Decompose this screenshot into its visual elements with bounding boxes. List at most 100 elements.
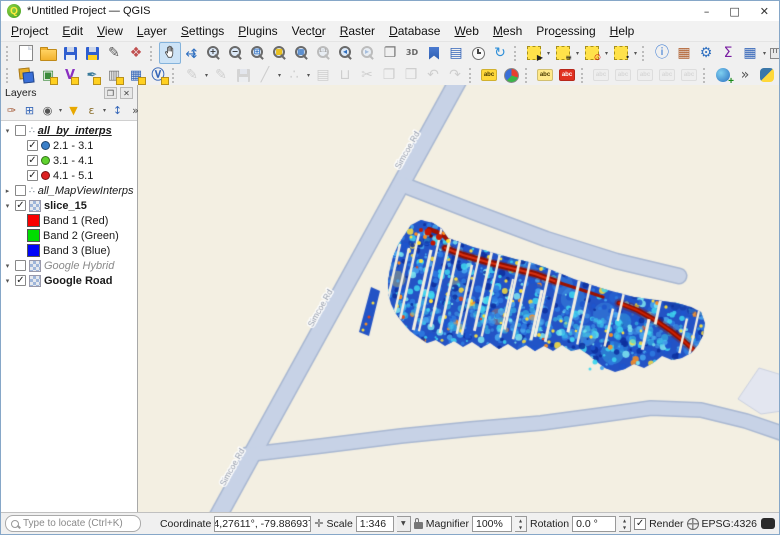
temporal-controller-button[interactable] — [467, 42, 489, 64]
toolbar-grip[interactable] — [469, 68, 475, 83]
expander-icon[interactable]: ▾ — [3, 262, 12, 270]
menu-project[interactable]: Project — [4, 22, 55, 40]
menu-settings[interactable]: Settings — [174, 22, 231, 40]
layer-diagram-options-button[interactable] — [500, 64, 522, 86]
toolbar-grip[interactable] — [6, 46, 12, 61]
layer-tree-row[interactable]: ▾✓Google Road — [1, 273, 137, 288]
zoom-to-native-resolution-button[interactable]: 1:1 — [313, 42, 335, 64]
new-virtual-layer-button[interactable]: Ⓥ — [147, 64, 169, 86]
layer-visibility-checkbox[interactable] — [15, 260, 26, 271]
zoom-last-button[interactable]: ◂ — [335, 42, 357, 64]
expand-collapse-all-button[interactable]: ↕ — [109, 102, 126, 119]
layer-tree-row[interactable]: ▾ Google Hybrid — [1, 258, 137, 273]
close-button[interactable]: ✕ — [760, 5, 769, 18]
save-project-button[interactable] — [59, 42, 81, 64]
expander-icon[interactable]: ▾ — [3, 202, 12, 210]
layer-visibility-checkbox[interactable]: ✓ — [15, 200, 26, 211]
statistical-summary-button[interactable]: ▦ — [673, 42, 695, 64]
toolbar-grip[interactable] — [525, 68, 531, 83]
manage-map-themes-button[interactable]: ◉ — [39, 102, 56, 119]
new-mesh-layer-button[interactable]: ▦ — [125, 64, 147, 86]
magnifier-input[interactable]: 100% — [472, 516, 512, 532]
plugins-overflow-button[interactable]: » — [734, 64, 756, 86]
redo-button[interactable]: ↷ — [444, 64, 466, 86]
scale-dropdown[interactable]: ▼ — [397, 516, 411, 532]
highlight-pinned-labels-button[interactable]: abc — [556, 64, 578, 86]
processing-toolbox-button[interactable]: ⚙ — [695, 42, 717, 64]
select-by-location-button[interactable]: • — [610, 42, 632, 64]
layer-visibility-checkbox[interactable]: ✓ — [15, 275, 26, 286]
layer-labeling-options-button[interactable]: abc — [478, 64, 500, 86]
toolbar-grip[interactable] — [6, 68, 12, 83]
render-checkbox[interactable]: ✓ — [634, 518, 646, 530]
layer-tree-row[interactable]: Band 3 (Blue) — [1, 243, 137, 258]
layer-name[interactable]: Google Hybrid — [44, 260, 114, 272]
current-edits-dropdown[interactable]: ▾ — [203, 65, 210, 85]
open-attribute-table-button[interactable]: ▦ — [739, 42, 761, 64]
toolbar-grip[interactable] — [172, 68, 178, 83]
metasearch-button[interactable] — [712, 64, 734, 86]
menu-plugins[interactable]: Plugins — [231, 22, 284, 40]
data-source-manager-button[interactable] — [15, 64, 37, 86]
cut-features-button[interactable]: ✂ — [356, 64, 378, 86]
lock-scale-icon[interactable] — [414, 522, 423, 529]
layer-tree-row[interactable]: Band 1 (Red) — [1, 213, 137, 228]
extents-toggle-icon[interactable]: ✛ — [314, 518, 323, 529]
layer-name[interactable]: slice_15 — [44, 200, 87, 212]
toggle-editing-button[interactable]: ✎ — [210, 64, 232, 86]
layer-tree-row[interactable]: ✓3.1 - 4.1 — [1, 153, 137, 168]
expander-icon[interactable]: ▸ — [3, 187, 12, 195]
digitize-with-segment-dropdown[interactable]: ▾ — [276, 65, 283, 85]
zoom-out-button[interactable]: − — [225, 42, 247, 64]
filter-legend-button[interactable]: ▼ — [65, 102, 82, 119]
rotation-spinner[interactable]: ▲▼ — [619, 516, 631, 532]
toolbar-grip[interactable] — [514, 46, 520, 61]
layer-visibility-checkbox[interactable]: ✓ — [27, 140, 38, 151]
identify-features-button[interactable]: ⓘ — [651, 42, 673, 64]
zoom-to-selection-button[interactable]: ■ — [269, 42, 291, 64]
new-temporary-scratch-layer-button[interactable]: ▥ — [103, 64, 125, 86]
map-canvas[interactable] — [138, 85, 780, 514]
locator-input[interactable]: Type to locate (Ctrl+K) — [5, 515, 141, 532]
zoom-in-button[interactable]: + — [203, 42, 225, 64]
refresh-button[interactable]: ↻ — [489, 42, 511, 64]
pin-labels-button[interactable]: abc — [534, 64, 556, 86]
layer-visibility-checkbox[interactable]: ✓ — [27, 155, 38, 166]
current-edits-button[interactable]: ✎ — [181, 64, 203, 86]
new-project-button[interactable] — [15, 42, 37, 64]
change-label-properties-button[interactable]: abc — [656, 64, 678, 86]
layer-tree-row[interactable]: ✓4.1 - 5.1 — [1, 168, 137, 183]
deselect-features-button[interactable]: ∅ — [581, 42, 603, 64]
pan-map-button[interactable] — [159, 42, 181, 64]
panel-close-button[interactable]: ✕ — [120, 87, 133, 99]
minimize-button[interactable]: – — [704, 5, 710, 18]
layer-tree-row[interactable]: ▾✓ slice_15 — [1, 198, 137, 213]
new-shapefile-layer-button[interactable]: V — [59, 64, 81, 86]
select-features-by-value-dropdown[interactable]: ▾ — [574, 43, 581, 63]
scale-input[interactable]: 1:346 — [356, 516, 394, 532]
delete-selected-button[interactable]: ⊔ — [334, 64, 356, 86]
magnifier-spinner[interactable]: ▲▼ — [515, 516, 527, 532]
layer-tree-row[interactable]: ▸∴all_MapViewInterps — [1, 183, 137, 198]
new-map-view-button[interactable]: ❐ — [379, 42, 401, 64]
new-3d-map-view-button[interactable]: 3D — [401, 42, 423, 64]
menu-database[interactable]: Database — [382, 22, 447, 40]
multi-edit-attributes-button[interactable]: ▤ — [312, 64, 334, 86]
layer-tree-row[interactable]: Band 2 (Green) — [1, 228, 137, 243]
select-features-button[interactable]: ▶ — [523, 42, 545, 64]
digitize-with-segment-button[interactable]: ╱ — [254, 64, 276, 86]
expander-icon[interactable]: ▾ — [3, 277, 12, 285]
select-features-by-value-button[interactable]: ≡ — [552, 42, 574, 64]
zoom-next-button[interactable]: ▸ — [357, 42, 379, 64]
open-project-button[interactable] — [37, 42, 59, 64]
save-layer-edits-button[interactable] — [232, 64, 254, 86]
menu-edit[interactable]: Edit — [55, 22, 90, 40]
menu-vector[interactable]: Vector — [285, 22, 333, 40]
layer-visibility-checkbox[interactable]: ✓ — [27, 170, 38, 181]
toolbar-grip[interactable] — [703, 68, 709, 83]
layer-visibility-checkbox[interactable] — [15, 185, 26, 196]
filter-by-expression-button[interactable]: ε — [83, 102, 100, 119]
deselect-features-dropdown[interactable]: ▾ — [603, 43, 610, 63]
copy-features-button[interactable]: ❐ — [378, 64, 400, 86]
zoom-to-layer-button[interactable]: ▦ — [291, 42, 313, 64]
